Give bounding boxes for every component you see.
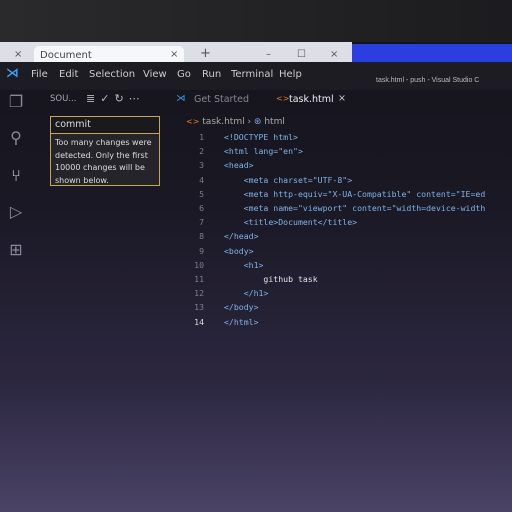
code-line: <meta charset="UTF-8"> — [224, 174, 353, 185]
element-icon: ⊛ — [253, 117, 262, 127]
html-file-icon: <> — [186, 117, 200, 126]
activity-bar: ❐ ⚲ ⑂ ▷ ⊞ — [0, 90, 32, 512]
minimize-button[interactable]: – — [266, 49, 271, 60]
line-number: 1 — [199, 132, 204, 142]
close-window-button[interactable]: × — [330, 49, 338, 60]
menu-file[interactable]: File — [31, 69, 48, 80]
close-tab-icon[interactable]: × — [338, 93, 346, 104]
code-line: <title>Document</title> — [224, 217, 358, 228]
code-editor[interactable]: 1 <!DOCTYPE html> 2 <html lang="en"> 3 <head>… — [180, 132, 510, 342]
explorer-icon[interactable]: ❐ — [6, 92, 26, 112]
tab-task-html[interactable]: task.html — [289, 94, 334, 105]
menu-help[interactable]: Help — [279, 69, 302, 80]
line-number: 6 — [199, 203, 204, 213]
tab-get-started[interactable]: Get Started — [194, 94, 249, 105]
more-actions-icon[interactable]: ⋯ — [129, 92, 145, 105]
close-icon[interactable]: × — [170, 49, 178, 60]
line-number: 10 — [194, 259, 204, 270]
code-line: <html lang="en"> — [224, 146, 303, 157]
breadcrumb-element[interactable]: html — [264, 117, 285, 127]
menu-edit[interactable]: Edit — [59, 69, 78, 80]
code-line: </head> — [224, 231, 259, 242]
too-many-changes-tooltip: Too many changes were detected. Only the… — [50, 134, 160, 186]
menu-selection[interactable]: Selection — [89, 69, 135, 80]
code-line: github task — [224, 274, 318, 284]
refresh-icon[interactable]: ↻ — [114, 92, 128, 105]
line-number: 7 — [199, 217, 204, 228]
tab-title: Document — [40, 50, 92, 61]
html-file-icon: <> — [276, 94, 290, 103]
line-number: 14 — [194, 316, 204, 327]
line-number: 8 — [199, 231, 204, 242]
maximize-button[interactable]: ☐ — [297, 49, 306, 60]
commit-check-icon[interactable]: ✓ — [100, 92, 114, 105]
code-line: <meta name="viewport" content="width=dev… — [224, 203, 486, 213]
panel-actions: ≣✓↻⋯ — [86, 92, 145, 105]
search-icon[interactable]: ⚲ — [6, 128, 26, 148]
new-tab-button[interactable]: + — [200, 46, 211, 61]
menu-run[interactable]: Run — [202, 69, 221, 80]
screen-bezel — [0, 0, 512, 42]
source-control-panel: SOU... ≣✓↻⋯ commit Too many changes were… — [32, 90, 170, 512]
line-number: 4 — [199, 174, 204, 185]
line-number: 11 — [194, 274, 204, 284]
breadcrumb-file[interactable]: task.html — [202, 117, 244, 127]
line-number: 3 — [199, 160, 204, 171]
code-line: </h1> — [224, 288, 269, 299]
line-number: 12 — [194, 288, 204, 299]
menu-go[interactable]: Go — [177, 69, 191, 80]
view-tree-icon[interactable]: ≣ — [86, 92, 100, 105]
menu-view[interactable]: View — [143, 69, 167, 80]
commit-message-input[interactable]: commit — [50, 116, 160, 134]
code-line: </html> — [224, 316, 259, 327]
vscode-icon: ⋊ — [176, 93, 186, 104]
run-debug-icon[interactable]: ▷ — [6, 202, 26, 222]
code-line: <meta http-equiv="X-UA-Compatible" conte… — [224, 188, 486, 199]
extensions-icon[interactable]: ⊞ — [6, 240, 26, 260]
close-tab-icon[interactable]: × — [14, 49, 22, 60]
code-line: <h1> — [224, 259, 264, 270]
menu-bar: ⋊ File Edit Selection View Go Run Termin… — [0, 62, 512, 90]
breadcrumb: <> task.html › ⊛ html — [186, 117, 285, 127]
panel-title: SOU... — [50, 94, 77, 104]
line-number: 5 — [199, 188, 204, 199]
menu-terminal[interactable]: Terminal — [231, 69, 273, 80]
source-control-icon[interactable]: ⑂ — [6, 166, 26, 186]
window-title: task.html - push - Visual Studio C — [376, 77, 480, 84]
code-line: <head> — [224, 160, 254, 171]
code-line: <!DOCTYPE html> — [224, 132, 298, 142]
line-number: 2 — [199, 146, 204, 157]
code-line: <body> — [224, 245, 254, 256]
code-line: </body> — [224, 302, 259, 313]
line-number: 9 — [199, 245, 204, 256]
line-number: 13 — [194, 302, 204, 313]
vscode-logo-icon: ⋊ — [6, 66, 19, 81]
